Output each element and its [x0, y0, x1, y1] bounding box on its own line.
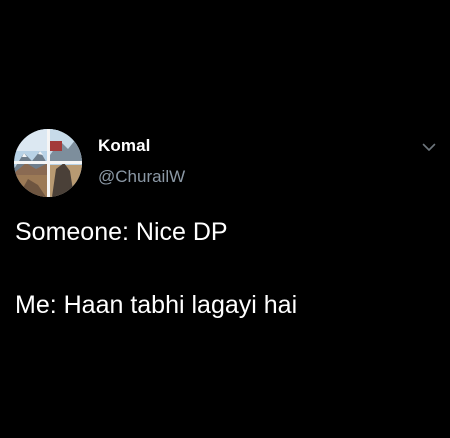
- tweet-text: Someone: Nice DP Me: Haan tabhi lagayi h…: [15, 217, 435, 320]
- avatar[interactable]: [14, 129, 82, 197]
- author-display-name[interactable]: Komal: [98, 136, 150, 156]
- tweet-text-line: Someone: Nice DP: [15, 218, 228, 246]
- tweet-text-line: Me: Haan tabhi lagayi hai: [15, 291, 298, 319]
- tweet-card: Komal @ChurailW Someone: Nice DP Me: Haa…: [0, 0, 450, 438]
- more-options-button[interactable]: [418, 138, 440, 156]
- chevron-down-icon: [422, 143, 436, 151]
- author-handle[interactable]: @ChurailW: [98, 167, 185, 187]
- avatar-image: [14, 129, 82, 197]
